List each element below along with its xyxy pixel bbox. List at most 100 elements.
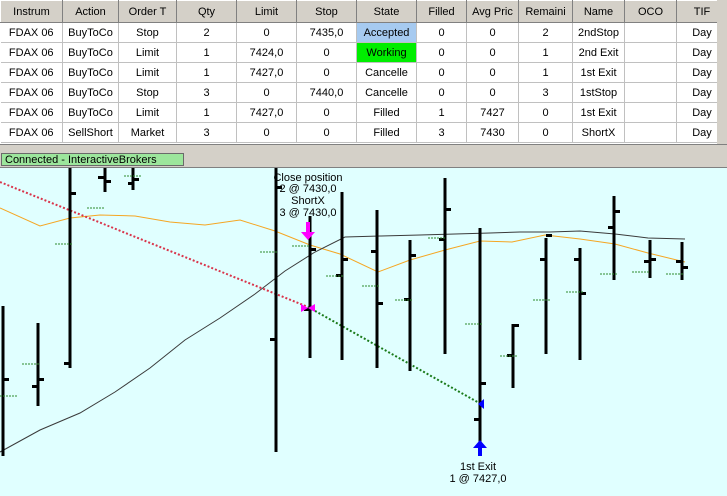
order-cell: 0 [416,42,467,63]
order-cell: 0 [296,42,357,63]
order-cell: BuyToCo [62,62,119,83]
order-cell: 1 [176,62,237,83]
order-cell: 0 [236,82,297,103]
entry-label-line-3: ShortX [291,195,325,207]
order-cell: FDAX 06 [0,22,63,43]
order-cell: 0 [296,62,357,83]
order-cell: BuyToCo [62,42,119,63]
order-cell: 0 [416,62,467,83]
orders-header-row: Instrum Action Order T Qty Limit Stop State Fil… [0,0,727,23]
order-row[interactable]: FDAX 06 BuyToCo Limit 1 7427,0 0 Filled 1 7427 0 1… [0,102,727,123]
column-header-0[interactable]: Instrum [0,0,63,23]
order-cell: Filled [356,122,417,143]
order-cell: 0 [466,42,519,63]
order-cell: 0 [296,102,357,123]
order-cell: 2nd Exit [572,42,625,63]
price-chart[interactable]: Close position 2 @ 7430,0 ShortX 3 @ 743… [0,168,727,496]
column-header-1[interactable]: Action [62,0,119,23]
order-cell: Stop [118,22,177,43]
order-cell: 2 [518,22,573,43]
exit-label-line-1: 1st Exit [460,461,496,473]
order-cell: Stop [118,82,177,103]
order-row[interactable]: FDAX 06 BuyToCo Limit 1 7427,0 0 Cancelle 0 0 1 1s… [0,62,727,83]
order-row[interactable]: FDAX 06 BuyToCo Stop 3 0 7440,0 Cancelle 0 0 3 1st… [0,82,727,103]
order-cell: 1 [176,42,237,63]
order-row[interactable]: FDAX 06 BuyToCo Stop 2 0 7435,0 Accepted 0 0 2 2nd… [0,22,727,43]
order-cell [624,122,677,143]
order-cell: 1 [416,102,467,123]
column-header-4[interactable]: Limit [236,0,297,23]
order-cell: 0 [466,22,519,43]
order-cell: 7430 [466,122,519,143]
order-cell: 0 [466,82,519,103]
status-bar: Connected - InteractiveBrokers [0,152,727,168]
order-cell: Filled [356,102,417,123]
orders-table: Instrum Action Order T Qty Limit Stop State Fil… [0,0,727,143]
order-cell [624,22,677,43]
order-cell: 0 [296,122,357,143]
order-cell: FDAX 06 [0,102,63,123]
order-cell: ShortX [572,122,625,143]
order-cell [624,102,677,123]
order-cell: Limit [118,62,177,83]
entry-label-line-2: 2 @ 7430,0 [279,183,336,195]
order-cell: Cancelle [356,82,417,103]
order-cell: 2ndStop [572,22,625,43]
order-cell: BuyToCo [62,22,119,43]
order-row[interactable]: FDAX 06 SellShort Market 3 0 0 Filled 3 7430 0 Sho… [0,122,727,143]
order-cell: 0 [518,102,573,123]
order-cell: SellShort [62,122,119,143]
order-cell: 3 [518,82,573,103]
order-cell: FDAX 06 [0,62,63,83]
order-cell: 3 [416,122,467,143]
order-cell: Market [118,122,177,143]
column-header-8[interactable]: Avg Pric [466,0,519,23]
order-cell: 0 [236,22,297,43]
entry-label-line-4: 3 @ 7430,0 [279,207,336,219]
order-cell: 0 [518,122,573,143]
order-cell [624,62,677,83]
order-cell: BuyToCo [62,82,119,103]
column-header-11[interactable]: OCO [624,0,677,23]
order-cell: 7435,0 [296,22,357,43]
column-header-6[interactable]: State [356,0,417,23]
order-cell [624,82,677,103]
column-header-5[interactable]: Stop [296,0,357,23]
column-header-9[interactable]: Remaini [518,0,573,23]
order-cell: 7440,0 [296,82,357,103]
order-row[interactable]: FDAX 06 BuyToCo Limit 1 7424,0 0 Working 0 0 1 2nd… [0,42,727,63]
order-cell: Limit [118,42,177,63]
column-header-7[interactable]: Filled [416,0,467,23]
order-cell: 3 [176,82,237,103]
order-cell: 1 [518,42,573,63]
order-cell: Working [356,42,417,63]
column-header-10[interactable]: Name [572,0,625,23]
order-cell: 0 [236,122,297,143]
exit-label-line-2: 1 @ 7427,0 [449,473,506,485]
column-header-3[interactable]: Qty [176,0,237,23]
order-cell: FDAX 06 [0,42,63,63]
order-cell: 1 [176,102,237,123]
chart-background [0,168,727,496]
connection-status: Connected - InteractiveBrokers [1,153,184,166]
order-cell: 7424,0 [236,42,297,63]
order-cell: 3 [176,122,237,143]
order-cell: 0 [416,22,467,43]
orders-grid: Instrum Action Order T Qty Limit Stop State Fil… [0,0,727,150]
order-cell: 1 [518,62,573,83]
order-cell: 0 [466,62,519,83]
order-cell: Limit [118,102,177,123]
order-cell: 7427,0 [236,62,297,83]
order-cell: 1st Exit [572,102,625,123]
order-cell: 7427 [466,102,519,123]
order-cell: Accepted [356,22,417,43]
vertical-scrollbar[interactable] [717,0,727,150]
order-cell: 1stStop [572,82,625,103]
order-cell [624,42,677,63]
order-cell: 7427,0 [236,102,297,123]
order-cell: 1st Exit [572,62,625,83]
order-cell: FDAX 06 [0,82,63,103]
column-header-2[interactable]: Order T [118,0,177,23]
order-cell: FDAX 06 [0,122,63,143]
order-cell: 2 [176,22,237,43]
